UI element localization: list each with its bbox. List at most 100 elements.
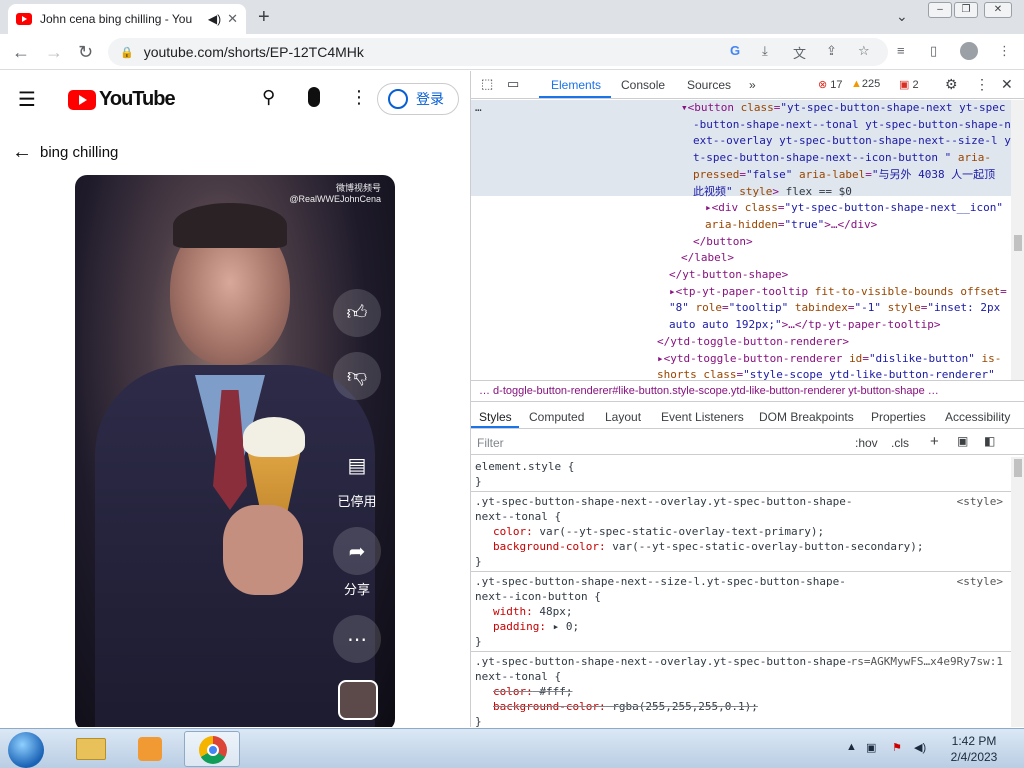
dom-node-line[interactable]: ext--overlay yt-spec-button-shape-next--…	[693, 133, 1011, 150]
class-toggle[interactable]: .cls	[891, 436, 909, 450]
inspect-element-icon[interactable]: ⬚	[481, 76, 493, 92]
share-page-icon[interactable]: ⇪	[826, 43, 837, 59]
back-arrow-icon[interactable]: ←	[12, 141, 32, 164]
share-button[interactable]: ➦	[333, 527, 381, 575]
style-rule[interactable]: .yt-spec-button-shape-next--overlay.yt-s…	[475, 654, 1007, 727]
tab-elements[interactable]: Elements	[551, 78, 601, 92]
warning-count-badge[interactable]: ▲225	[848, 77, 883, 91]
login-button[interactable]: 登录	[377, 83, 459, 115]
install-app-icon[interactable]: ⤓	[762, 43, 768, 59]
dom-node-line[interactable]: "8" role="tooltip" tabindex="-1" style="…	[669, 300, 1000, 317]
subtab-styles[interactable]: Styles	[479, 410, 512, 424]
toggle-sidebar-icon[interactable]: ◧	[984, 434, 995, 448]
media-player-icon[interactable]	[122, 731, 178, 767]
new-tab-button[interactable]: +	[258, 6, 270, 29]
subtab-event-listeners[interactable]: Event Listeners	[661, 410, 744, 424]
style-declaration[interactable]: color: #fff;	[475, 684, 1007, 699]
microphone-icon[interactable]	[308, 87, 320, 107]
issue-count-badge[interactable]: ▣ 2	[896, 77, 922, 92]
close-tab-icon[interactable]: ✕	[227, 11, 238, 27]
tab-sources[interactable]: Sources	[687, 78, 731, 92]
subtab-layout[interactable]: Layout	[605, 410, 641, 424]
translate-icon[interactable]: 文	[793, 43, 806, 62]
styles-pane[interactable]: element.style {} .yt-spec-button-shape-ne…	[471, 457, 1011, 727]
element-breadcrumb[interactable]: … d-toggle-button-renderer#like-button.s…	[471, 380, 1024, 402]
windows-start-icon[interactable]	[8, 732, 44, 768]
profile-avatar-icon[interactable]	[960, 42, 978, 60]
dom-node-line[interactable]: auto auto 192px;">…</tp-yt-paper-tooltip…	[669, 317, 941, 334]
dom-node-line[interactable]: </ytd-toggle-button-renderer>	[657, 334, 849, 351]
tab-console[interactable]: Console	[621, 78, 665, 92]
style-declaration[interactable]: background-color: var(--yt-spec-static-o…	[475, 539, 1007, 554]
styles-filter-input[interactable]: Filter	[477, 436, 504, 450]
subtab-computed[interactable]: Computed	[529, 410, 584, 424]
network-icon[interactable]: ▣	[866, 741, 876, 754]
side-panel-icon[interactable]: ▯	[930, 43, 937, 59]
hover-state-toggle[interactable]: :hov	[855, 436, 878, 450]
sound-thumbnail[interactable]	[338, 680, 378, 720]
devtools-settings-gear-icon[interactable]: ⚙	[945, 76, 958, 93]
forward-arrow-icon[interactable]: →	[45, 42, 63, 63]
styles-scrollbar-thumb[interactable]	[1014, 459, 1022, 477]
error-count-badge[interactable]: ⊗ 17	[815, 77, 846, 92]
styles-scrollbar[interactable]	[1011, 457, 1024, 727]
system-clock[interactable]: 1:42 PM 2/4/2023	[944, 733, 1004, 765]
bookmark-star-icon[interactable]: ☆	[858, 43, 870, 59]
dom-node-line[interactable]: -button-shape-next--tonal yt-spec-button…	[693, 117, 1011, 134]
dom-node-line[interactable]: </label>	[681, 250, 734, 267]
back-arrow-icon[interactable]: ←	[12, 42, 30, 63]
url-text[interactable]: youtube.com/shorts/EP-12TC4MHk	[144, 44, 364, 60]
node-ellipsis[interactable]: …	[475, 100, 482, 117]
close-devtools-icon[interactable]: ✕	[1001, 76, 1013, 93]
dom-node-line[interactable]: shorts class="style-scope ytd-like-butto…	[657, 367, 995, 380]
style-declaration[interactable]: width: 48px;	[475, 604, 1007, 619]
chrome-taskbar-icon[interactable]	[184, 731, 240, 767]
dom-node-line[interactable]: ▸<div class="yt-spec-button-shape-next__…	[705, 200, 1003, 217]
dom-node-line[interactable]: </button>	[693, 234, 753, 251]
lock-icon[interactable]: 🔒	[120, 46, 134, 59]
browser-tab[interactable]: John cena bing chilling - You ◀) ✕	[8, 4, 246, 34]
file-explorer-icon[interactable]	[62, 731, 118, 767]
dislike-button[interactable]: 👎︎	[333, 352, 381, 400]
more-tabs-chevron-icon[interactable]: »	[749, 78, 756, 92]
subtab-accessibility[interactable]: Accessibility	[945, 410, 1010, 424]
volume-icon[interactable]: ◀)	[914, 741, 926, 754]
reload-icon[interactable]: ↻	[78, 42, 93, 63]
dom-node-line[interactable]: ▸<tp-yt-paper-tooltip fit-to-visible-bou…	[669, 284, 1007, 301]
style-declaration[interactable]: background-color: rgba(255,255,255,0.1);	[475, 699, 1007, 714]
style-rule[interactable]: element.style {}	[475, 459, 1007, 489]
subtab-properties[interactable]: Properties	[871, 410, 926, 424]
dom-node-line[interactable]: t-spec-button-shape-next--icon-button " …	[693, 150, 991, 167]
dom-node-line[interactable]: ▾<button class="yt-spec-button-shape-nex…	[681, 100, 1006, 117]
devtools-menu-icon[interactable]: ⋮	[975, 76, 989, 93]
new-style-rule-icon[interactable]: +	[930, 433, 939, 450]
tab-search-chevron-icon[interactable]: ⌄	[896, 8, 908, 25]
dom-node-line[interactable]: aria-hidden="true">…</div>	[705, 217, 877, 234]
youtube-logo[interactable]: YouTube	[68, 88, 176, 111]
minimize-window-button[interactable]: –	[928, 2, 952, 18]
close-window-button[interactable]: ✕	[984, 2, 1012, 18]
style-declaration[interactable]: color: var(--yt-spec-static-overlay-text…	[475, 524, 1007, 539]
subtab-dom-breakpoints[interactable]: DOM Breakpoints	[759, 410, 854, 424]
dom-node-line[interactable]: </yt-button-shape>	[669, 267, 788, 284]
device-toolbar-icon[interactable]: ▭	[507, 76, 519, 92]
chrome-menu-icon[interactable]: ⋮	[998, 43, 1011, 59]
style-rule[interactable]: .yt-spec-button-shape-next--size-l.yt-sp…	[475, 574, 1007, 649]
dom-scrollbar[interactable]	[1011, 100, 1024, 380]
more-actions-button[interactable]: ⋯	[333, 615, 381, 663]
dom-scrollbar-thumb[interactable]	[1014, 235, 1022, 251]
dom-node-line[interactable]: pressed="false" aria-label="与另外 4038 人一起…	[693, 167, 995, 184]
hamburger-menu-icon[interactable]: ☰	[18, 87, 36, 112]
address-bar[interactable]: 🔒 youtube.com/shorts/EP-12TC4MHk	[108, 38, 888, 66]
style-source-link[interactable]: rs=AGKMywFS…x4e9Ry7sw:1	[851, 654, 1003, 669]
audio-playing-icon[interactable]: ◀)	[208, 12, 221, 26]
dom-node-line[interactable]: 此视频" style> flex == $0	[693, 184, 852, 201]
restore-window-button[interactable]: ❐	[954, 2, 978, 18]
like-button[interactable]: 👍︎	[333, 289, 381, 337]
style-declaration[interactable]: padding: ▸ 0;	[475, 619, 1007, 634]
dom-node-line[interactable]: ▸<ytd-toggle-button-renderer id="dislike…	[657, 351, 1001, 368]
style-rule[interactable]: .yt-spec-button-shape-next--overlay.yt-s…	[475, 494, 1007, 569]
dom-tree[interactable]: … ▾<button class="yt-spec-button-shape-n…	[471, 100, 1011, 380]
search-icon[interactable]: ⚲	[262, 87, 275, 108]
show-hidden-icons-icon[interactable]: ▲	[846, 741, 857, 753]
